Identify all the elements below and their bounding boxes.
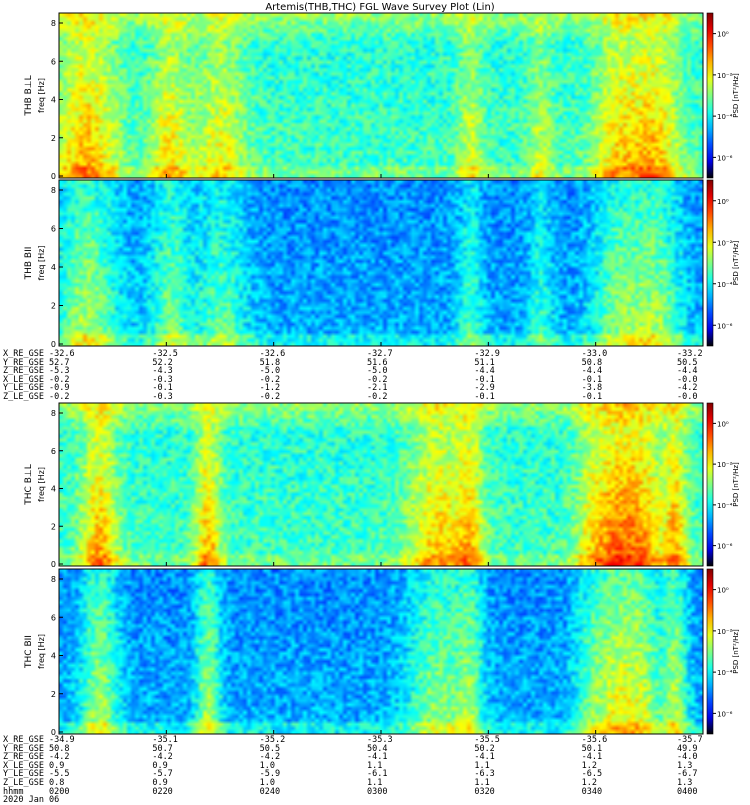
colorbar-tick-label: 10⁰ (717, 31, 729, 39)
y-tick-label: 0 (51, 340, 56, 349)
colorbar-tick-label: 10⁰ (717, 198, 729, 206)
ephemeris-row: Z_LE_GSE -0.2 -0.3 -0.2 -0.2 -0.1 -0.1 -0.0 (0, 393, 750, 402)
y-tick-label: 8 (51, 186, 56, 195)
colorbar-tick-label: 10⁻² (717, 72, 733, 80)
colorbar-label: PSD [nT²/Hz] (732, 73, 740, 118)
ephemeris-value: 0400 (677, 786, 698, 797)
ephemeris-thc: X_RE_GSE -34.9 -35.1 -35.2 -35.3 -35.5 -35.6 -3… (0, 736, 750, 805)
colorbar-label: PSD [nT²/Hz] (732, 240, 740, 285)
colorbar (706, 179, 714, 347)
y-tick-label: 8 (51, 19, 56, 28)
y-tick-label: 8 (51, 409, 56, 418)
colorbar-tick-label: 10⁻⁶ (717, 154, 733, 162)
colorbar-tick-label: 10⁻² (717, 239, 733, 247)
colorbar-tick-label: 10⁻⁴ (717, 281, 733, 289)
ephemeris-value: 0340 (581, 786, 603, 797)
ephemeris-value: 0240 (259, 786, 281, 797)
ephemeris-value: 0220 (152, 786, 173, 797)
panel-thc-bii: 02468THC BII freq [Hz]10⁰10⁻²10⁻⁴10⁻⁶PSD … (24, 568, 740, 737)
ephemeris-value: -0.1 (581, 391, 603, 402)
colorbar-tick-label: 10⁻⁴ (717, 669, 733, 677)
spectrogram-image (59, 180, 703, 346)
y-tick-label: 8 (51, 575, 56, 584)
y-tick-label: 4 (51, 263, 56, 272)
panel-thc-bll: 0 2 4 6 8 THC B⊥L freq [Hz] 10⁰ 10⁻² 10⁻⁴ 10⁻⁶ PSD … (24, 402, 740, 569)
y-axis-label: freq [Hz] (37, 78, 46, 113)
y-tick-label: 6 (51, 447, 56, 456)
figure-title: Artemis(THB,THC) FGL Wave Survey Plot (L… (265, 2, 494, 13)
colorbar-tick-label: 10⁻⁶ (717, 543, 733, 551)
ephemeris-thb: X_RE_GSE -32.6 -32.5 -32.6 -32.7 -32.9 -33.0 -3… (0, 350, 750, 402)
ephemeris-row: hhmm 0200 0220 0240 0300 0320 0340 0400 (0, 786, 750, 797)
ephemeris-value: -0.2 (367, 391, 388, 402)
panel-label: THB BII (24, 247, 34, 281)
y-tick-label: 2 (51, 302, 56, 311)
y-tick-label: 2 (51, 690, 56, 699)
ephemeris-value: 0320 (474, 786, 495, 797)
y-tick-label: 4 (51, 485, 56, 494)
y-axis-label: freq [Hz] (37, 467, 46, 502)
y-axis-label: freq [Hz] (37, 246, 46, 281)
colorbar-tick-label: 10⁻⁶ (717, 710, 733, 718)
y-tick-label: 6 (51, 225, 56, 234)
y-tick-label: 2 (51, 134, 56, 143)
y-tick-label: 6 (51, 57, 56, 66)
y-axis-label: freq [Hz] (37, 634, 46, 669)
colorbar-tick-label: 10⁻⁶ (717, 322, 733, 330)
y-tick-label: 6 (51, 613, 56, 622)
ephemeris-value: -0.0 (677, 391, 698, 402)
y-tick-label: 0 (51, 560, 56, 569)
ephemeris-label: Z_LE_GSE (3, 391, 44, 402)
ephemeris-value: -0.1 (474, 391, 495, 402)
ephemeris-value: -0.2 (49, 391, 70, 402)
y-tick-label: 2 (51, 522, 56, 531)
panel-label: THC B⊥L (24, 464, 34, 505)
colorbar-tick-label: 10⁻² (717, 461, 733, 469)
colorbar (706, 12, 714, 179)
spectrogram-image (59, 403, 703, 566)
ephemeris-row: 2020 Jan 06 (0, 796, 750, 805)
spectrogram-image (59, 13, 703, 178)
colorbar-tick-label: 10⁻⁴ (717, 502, 733, 510)
panel-label: THB B⊥L (24, 75, 34, 116)
spectrogram-image (59, 569, 703, 734)
colorbar-tick-label: 10⁰ (717, 587, 729, 595)
colorbar (706, 402, 714, 567)
y-tick-label: 0 (51, 172, 56, 181)
colorbar-label: PSD [nT²/Hz] (732, 629, 740, 674)
ephemeris-value: -0.2 (259, 391, 281, 402)
colorbar (706, 568, 714, 735)
panel-thb-bii: 0 2 4 6 8 THB BII freq [Hz] 10⁰ 10⁻² 10⁻⁴ 10⁻⁶ PSD … (24, 179, 740, 349)
ephemeris-value: 0300 (367, 786, 388, 797)
panel-thb-bll: 0 2 4 6 8 THB B⊥L freq [Hz] 10⁰ 10⁻² 10⁻⁴ 10⁻⁶ PSD … (24, 12, 740, 181)
ephemeris-value: -0.3 (152, 391, 173, 402)
y-tick-label: 4 (51, 652, 56, 661)
colorbar-label: PSD [nT²/Hz] (732, 462, 740, 507)
colorbar-tick-label: 10⁻⁴ (717, 113, 733, 121)
y-tick-label: 4 (51, 96, 56, 105)
colorbar-tick-label: 10⁻² (717, 628, 733, 636)
colorbar-tick-label: 10⁰ (717, 420, 729, 428)
panel-label: THC BII (24, 635, 34, 669)
ephemeris-label: 2020 Jan 06 (3, 795, 60, 805)
